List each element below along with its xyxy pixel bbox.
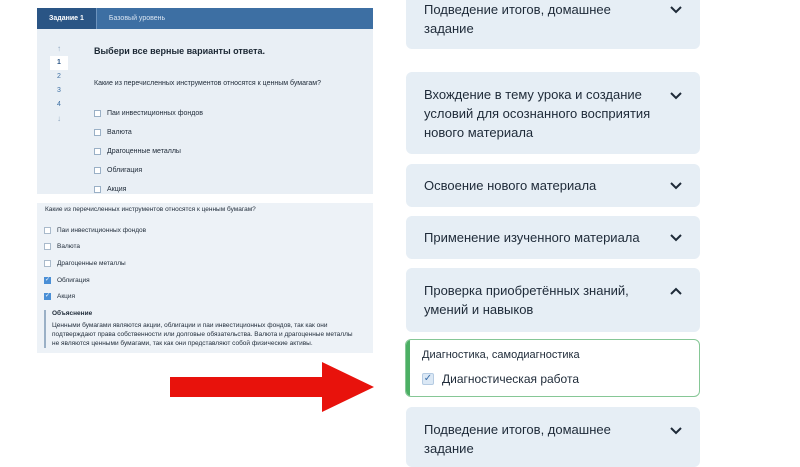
label-line: нового материала <box>424 125 534 140</box>
quiz-tab-bar: Задание 1 Базовый уровень <box>37 8 373 29</box>
checkbox[interactable] <box>44 227 51 234</box>
result-screenshot: Какие из перечисленных инструментов отно… <box>37 203 373 353</box>
option-label: Облигация <box>57 277 90 284</box>
accordion-item-new-material[interactable]: Освоение нового материала <box>406 164 700 207</box>
arrow-up-icon[interactable]: ↑ <box>50 42 68 56</box>
accordion-item-summary-bottom[interactable]: Подведение итогов, домашнее задание <box>406 407 700 467</box>
arrow-down-icon[interactable]: ↓ <box>50 112 68 126</box>
checkbox[interactable] <box>94 110 101 117</box>
explanation-title: Объяснение <box>52 310 93 317</box>
chevron-down-icon[interactable] <box>670 3 682 15</box>
option-label: Валюта <box>57 243 80 250</box>
result-option[interactable]: Драгоценные металлы <box>44 260 126 267</box>
accordion-item-label: Применение изученного материала <box>424 228 640 247</box>
label-line: Проверка приобретённых знаний, <box>424 283 629 298</box>
result-question: Какие из перечисленных инструментов отно… <box>45 206 256 213</box>
quiz-question: Какие из перечисленных инструментов отно… <box>94 80 321 87</box>
result-option[interactable]: Валюта <box>44 243 80 250</box>
quiz-option[interactable]: Паи инвестиционных фондов <box>94 110 203 117</box>
option-label: Акция <box>107 186 127 193</box>
quiz-option[interactable]: Акция <box>94 186 126 193</box>
label-line: умений и навыков <box>424 302 534 317</box>
quiz-option[interactable]: Облигация <box>94 167 142 174</box>
tab-basic-level[interactable]: Базовый уровень <box>95 8 177 29</box>
green-accent-bar <box>406 340 410 396</box>
label-line: Вхождение в тему урока и создание <box>424 87 642 102</box>
checkbox[interactable] <box>94 186 101 193</box>
chevron-down-icon[interactable] <box>670 424 682 436</box>
accordion-item-introduction[interactable]: Вхождение в тему урока и создание услови… <box>406 72 700 154</box>
label-line: Освоение нового материала <box>424 178 597 193</box>
checkbox-checked[interactable]: ✓ <box>44 293 51 300</box>
checkbox[interactable] <box>94 129 101 136</box>
explanation-text: Ценными бумагами являются акции, облигац… <box>52 321 372 348</box>
label-line: условий для осознанного восприятия <box>424 106 651 121</box>
option-label: Валюта <box>107 129 132 136</box>
result-option[interactable]: Паи инвестиционных фондов <box>44 227 146 234</box>
label-line: Подведение итогов, домашнее <box>424 422 611 437</box>
option-label: Драгоценные металлы <box>57 260 126 267</box>
checkbox[interactable] <box>94 167 101 174</box>
diagnostic-work-item[interactable]: ✓ Диагностическая работа <box>422 372 579 386</box>
diagnostics-panel: Диагностика, самодиагностика ✓ Диагности… <box>405 339 700 397</box>
accordion-item-summary-top[interactable]: Подведение итогов, домашнее задание <box>406 0 700 49</box>
checkbox[interactable] <box>44 260 51 267</box>
option-label: Драгоценные металлы <box>107 148 181 155</box>
chevron-up-icon[interactable] <box>670 286 682 298</box>
question-nav-4[interactable]: 4 <box>50 98 68 112</box>
accordion-item-label: Проверка приобретённых знаний, умений и … <box>424 281 629 319</box>
explanation-block: Объяснение Ценными бумагами являются акц… <box>44 310 372 348</box>
label-line: задание <box>424 441 474 456</box>
checkbox-checked-icon[interactable]: ✓ <box>422 373 434 385</box>
accordion-item-label: Освоение нового материала <box>424 176 596 195</box>
label-line: Применение изученного материала <box>424 230 640 245</box>
checkbox[interactable] <box>94 148 101 155</box>
accordion-item-label: Подведение итогов, домашнее задание <box>424 0 611 38</box>
option-label: Паи инвестиционных фондов <box>57 227 147 234</box>
option-label: Паи инвестиционных фондов <box>107 110 203 117</box>
red-arrow-icon <box>170 362 374 412</box>
chevron-down-icon[interactable] <box>670 89 682 101</box>
label-line: задание <box>424 21 474 36</box>
checkbox-checked[interactable]: ✓ <box>44 277 51 284</box>
accordion-item-application[interactable]: Применение изученного материала <box>406 216 700 259</box>
question-nav-1[interactable]: 1 <box>50 56 68 70</box>
red-arrow-shape <box>170 362 374 412</box>
question-nav-3[interactable]: 3 <box>50 84 68 98</box>
option-label: Облигация <box>107 167 143 174</box>
result-option[interactable]: ✓ Акция <box>44 293 75 300</box>
diagnostics-title: Диагностика, самодиагностика <box>422 349 580 361</box>
chevron-down-icon[interactable] <box>670 179 682 191</box>
quiz-option[interactable]: Валюта <box>94 129 132 136</box>
question-nav: ↑ 1 2 3 4 ↓ <box>50 42 68 126</box>
chevron-down-icon[interactable] <box>670 231 682 243</box>
quiz-screenshot: Задание 1 Базовый уровень ↑ 1 2 3 4 ↓ Вы… <box>37 8 373 194</box>
explanation-line: не являются ценными бумагами, так как он… <box>52 340 313 347</box>
result-option[interactable]: ✓ Облигация <box>44 277 90 284</box>
explanation-line: Ценными бумагами являются акции, облигац… <box>52 322 328 329</box>
label-line: Подведение итогов, домашнее <box>424 2 611 17</box>
accordion-item-label: Подведение итогов, домашнее задание <box>424 420 611 458</box>
quiz-instruction: Выбери все верные варианты ответа. <box>94 46 266 56</box>
accordion-item-label: Вхождение в тему урока и создание услови… <box>424 85 650 142</box>
option-label: Акция <box>57 293 76 300</box>
quiz-option[interactable]: Драгоценные металлы <box>94 148 181 155</box>
accordion-item-knowledge-check[interactable]: Проверка приобретённых знаний, умений и … <box>406 268 700 332</box>
question-nav-2[interactable]: 2 <box>50 70 68 84</box>
tab-task-1[interactable]: Задание 1 <box>37 8 96 29</box>
diagnostic-work-label: Диагностическая работа <box>442 372 579 386</box>
quiz-body: ↑ 1 2 3 4 ↓ Выбери все верные варианты о… <box>37 29 373 194</box>
explanation-line: подтверждают права собственности или дол… <box>52 331 353 338</box>
checkbox[interactable] <box>44 243 51 250</box>
